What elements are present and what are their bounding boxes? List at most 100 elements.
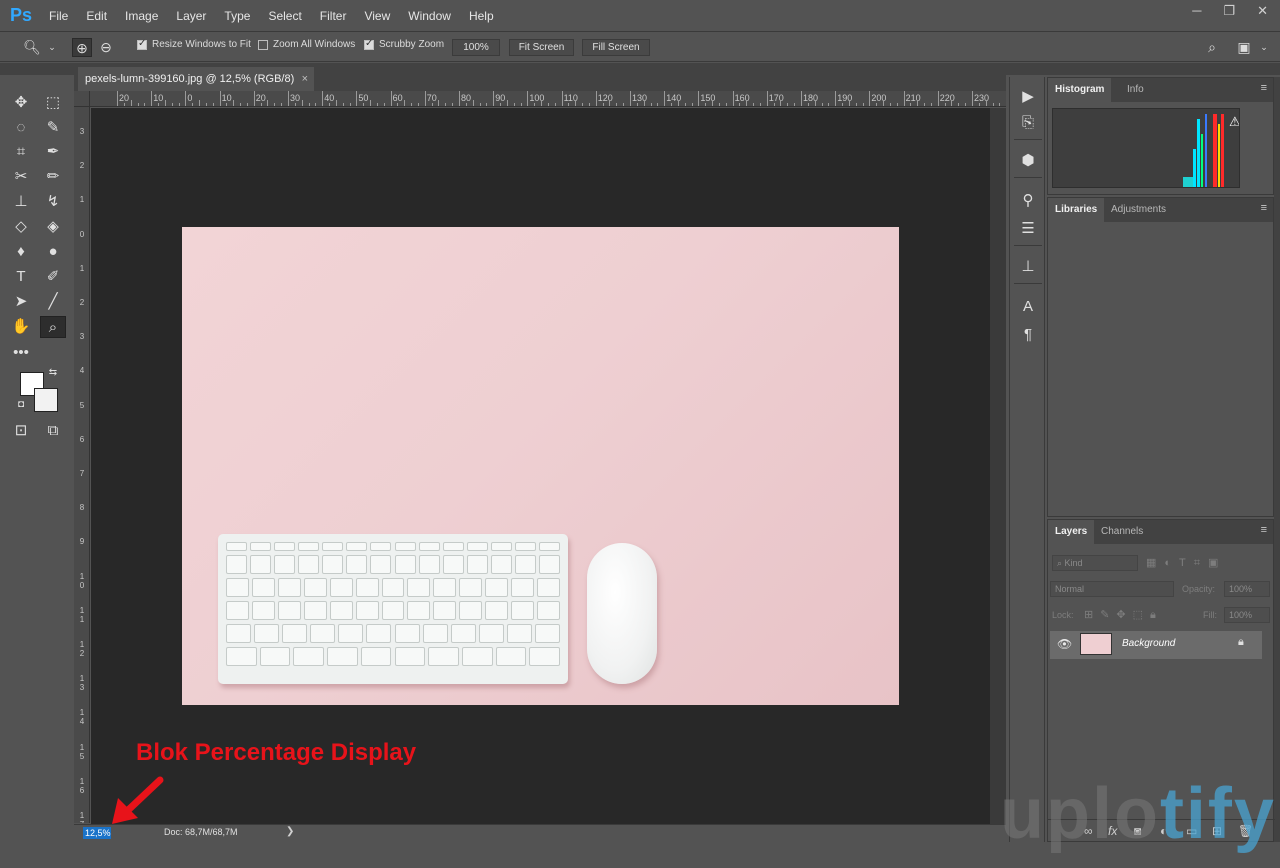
healing-tool-icon[interactable]: ✂ — [8, 166, 34, 188]
fill-screen-button[interactable]: Fill Screen — [582, 39, 650, 56]
character-icon[interactable]: A — [1018, 297, 1038, 317]
properties-icon[interactable]: ☰ — [1018, 219, 1038, 239]
chevron-down-icon[interactable]: ⌄ — [42, 38, 62, 57]
blur-tool-icon[interactable]: ♦ — [8, 241, 34, 263]
background-color-swatch[interactable] — [34, 388, 58, 412]
status-menu-arrow-icon[interactable]: ❯ — [286, 826, 294, 837]
stamp-tool-icon[interactable]: ⊥ — [8, 191, 34, 213]
opacity-field[interactable]: 100% — [1224, 581, 1270, 597]
blend-mode-select[interactable]: Normal — [1050, 581, 1174, 597]
tab-layers[interactable]: Layers — [1048, 520, 1095, 544]
visibility-eye-icon[interactable]: 👁︎ — [1057, 637, 1072, 651]
menu-select[interactable]: Select — [259, 9, 310, 23]
menu-file[interactable]: File — [40, 9, 77, 23]
eraser-tool-icon[interactable]: ◇ — [8, 216, 34, 238]
document-image[interactable] — [182, 227, 899, 705]
ruler-tick-label: 180 — [803, 93, 819, 103]
tab-libraries[interactable]: Libraries — [1048, 198, 1105, 222]
fill-field[interactable]: 100% — [1224, 607, 1270, 623]
warning-icon[interactable]: ⚠ — [1229, 114, 1239, 130]
layer-filter-icons[interactable]: ▦◐T⌗▣ — [1146, 556, 1226, 570]
keyboard-key — [251, 578, 275, 597]
tools-collapse-bar[interactable] — [0, 63, 74, 75]
hand-tool-icon[interactable]: ✋ — [8, 316, 34, 338]
paragraph-icon[interactable]: ¶ — [1018, 325, 1038, 345]
quick-select-tool-icon[interactable]: ✎ — [40, 117, 66, 139]
marquee-tool-icon[interactable]: ⬚ — [40, 92, 66, 114]
zoom-all-windows-checkbox[interactable] — [258, 39, 268, 50]
scrubby-zoom-checkbox[interactable] — [364, 38, 374, 50]
minimize-button[interactable]: ─ — [1192, 3, 1201, 19]
default-colors-icon[interactable]: ◘ — [14, 398, 28, 412]
zoom-in-icon[interactable]: ⊕ — [72, 38, 92, 57]
layer-row[interactable]: 👁︎ Background 🔒︎ — [1050, 631, 1262, 659]
clone-source-icon[interactable]: ⊥ — [1018, 257, 1038, 277]
eyedropper-tool-icon[interactable]: ✒ — [40, 141, 66, 163]
zoom-percentage-field[interactable]: 12,5% — [83, 827, 111, 839]
panels-scrollbar[interactable] — [1274, 77, 1280, 842]
zoom-100-button[interactable]: 100% — [452, 39, 500, 56]
history-icon[interactable]: ⎘ — [1018, 113, 1038, 133]
close-icon[interactable]: × — [302, 67, 308, 91]
brush-presets-icon[interactable]: ⚲ — [1018, 191, 1038, 211]
crop-tool-icon[interactable]: ⌗ — [8, 141, 34, 163]
restore-button[interactable]: ❐ — [1223, 3, 1235, 19]
panel-menu-icon[interactable]: ≡ — [1261, 524, 1267, 536]
horizontal-ruler[interactable]: 20 10 0 10 20 30 40 50 60 70 80 90 100 110 120 130 140 15… — [90, 91, 1006, 107]
screen-mode-icon[interactable]: ⧉ — [40, 420, 66, 442]
close-button[interactable]: ✕ — [1257, 3, 1268, 19]
menu-view[interactable]: View — [355, 9, 399, 23]
dodge-tool-icon[interactable]: ● — [40, 241, 66, 263]
resize-windows-checkbox[interactable] — [137, 38, 147, 50]
type-tool-icon[interactable]: T — [8, 266, 34, 288]
pen-tool-icon[interactable]: ✐ — [40, 266, 66, 288]
tab-adjustments[interactable]: Adjustments — [1104, 198, 1173, 222]
vertical-ruler[interactable]: 32101234567891 01 11 21 31 41 51 61 7 — [74, 107, 90, 823]
quick-mask-icon[interactable]: ⊡ — [8, 420, 34, 442]
menu-image[interactable]: Image — [116, 9, 167, 23]
lock-icons[interactable]: ⊞✎✥⬚🔒︎ — [1084, 608, 1163, 622]
tab-histogram[interactable]: Histogram — [1048, 78, 1112, 102]
layer-filter-kind[interactable]: ⌕ Kind — [1052, 555, 1138, 571]
chevron-down-icon[interactable]: ⌄ — [1254, 38, 1274, 57]
zoom-tool-preset-icon[interactable]: 🔍︎ — [22, 38, 42, 57]
zoom-out-icon[interactable]: ⊖ — [96, 38, 116, 57]
resize-windows-option[interactable]: Resize Windows to Fit — [137, 38, 251, 50]
swap-colors-icon[interactable]: ⇆ — [46, 366, 60, 380]
search-icon[interactable]: ⌕ — [1202, 38, 1222, 57]
keyboard-key — [346, 542, 368, 551]
scrubby-zoom-option[interactable]: Scrubby Zoom — [364, 38, 444, 50]
paint-bucket-tool-icon[interactable]: ◈ — [40, 216, 66, 238]
tab-info[interactable]: Info — [1120, 78, 1151, 102]
document-tab[interactable]: pexels-lumn-399160.jpg @ 12,5% (RGB/8) × — [78, 67, 314, 91]
ruler-origin[interactable] — [74, 91, 90, 107]
layer-name[interactable]: Background — [1122, 638, 1175, 649]
menu-filter[interactable]: Filter — [311, 9, 356, 23]
menu-layer[interactable]: Layer — [167, 9, 215, 23]
more-tools-icon[interactable]: ••• — [8, 342, 34, 364]
lasso-tool-icon[interactable]: ◌ — [8, 117, 34, 139]
ruler-subtick — [479, 103, 481, 106]
zoom-all-windows-option[interactable]: Zoom All Windows — [258, 39, 355, 50]
panel-menu-icon[interactable]: ≡ — [1261, 202, 1267, 214]
dock-collapse-bar[interactable] — [1006, 63, 1047, 75]
path-selection-tool-icon[interactable]: ➤ — [8, 291, 34, 313]
move-tool-icon[interactable]: ✥ — [8, 92, 34, 114]
line-tool-icon[interactable]: ╱ — [40, 291, 66, 313]
vertical-scrollbar[interactable] — [990, 108, 1006, 824]
fit-screen-button[interactable]: Fit Screen — [509, 39, 574, 56]
3d-icon[interactable]: ⬢ — [1018, 151, 1038, 171]
brush-tool-icon[interactable]: ✏ — [40, 166, 66, 188]
panels-collapse-bar[interactable] — [1047, 63, 1280, 75]
tab-channels[interactable]: Channels — [1094, 520, 1150, 544]
history-brush-tool-icon[interactable]: ↯ — [40, 191, 66, 213]
actions-play-icon[interactable]: ▶ — [1018, 87, 1038, 107]
menu-help[interactable]: Help — [460, 9, 503, 23]
lock-icon[interactable]: 🔒︎ — [1238, 636, 1244, 649]
menu-window[interactable]: Window — [399, 9, 460, 23]
menu-type[interactable]: Type — [215, 9, 259, 23]
menu-edit[interactable]: Edit — [77, 9, 116, 23]
panel-menu-icon[interactable]: ≡ — [1261, 82, 1267, 94]
zoom-tool-icon[interactable]: ⌕ — [40, 316, 66, 338]
workspace-icon[interactable]: ▣ — [1234, 38, 1254, 57]
